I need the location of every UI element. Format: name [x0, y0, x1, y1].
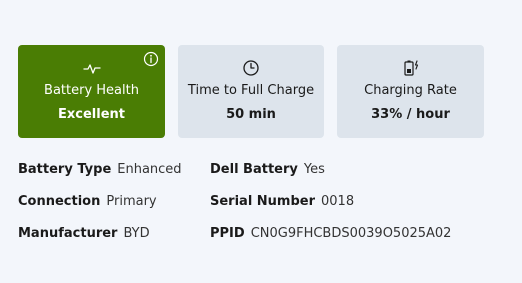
dell-battery-value: Yes: [303, 162, 325, 177]
connection-label: Connection: [18, 194, 101, 209]
charging-rate-value: 33% / hour: [371, 107, 450, 122]
battery-health-value: Excellent: [58, 107, 125, 122]
serial-number-label: Serial Number: [210, 194, 316, 209]
manufacturer-value: BYD: [123, 226, 150, 241]
time-to-full-charge-card: Time to Full Charge 50 min: [178, 45, 324, 138]
manufacturer-row: Manufacturer BYD: [18, 225, 150, 243]
battery-health-title: Battery Health: [44, 83, 139, 98]
time-to-full-charge-value: 50 min: [226, 107, 276, 122]
battery-details: Battery Type Enhanced Connection Primary M…: [18, 160, 498, 250]
battery-type-value: Enhanced: [117, 162, 182, 177]
battery-summary-cards: Battery Health Excellent Time to Full Ch…: [18, 45, 484, 138]
battery-charging-icon: [403, 60, 418, 76]
manufacturer-label: Manufacturer: [18, 226, 118, 241]
charging-rate-card: Charging Rate 33% / hour: [337, 45, 484, 138]
time-to-full-charge-title: Time to Full Charge: [187, 83, 315, 98]
ppid-value: CN0G9FHCBDS0039O5025A02: [250, 226, 452, 241]
serial-number-row: Serial Number 0018: [210, 193, 354, 211]
info-icon[interactable]: [143, 51, 159, 67]
clock-icon: [243, 60, 259, 76]
ppid-row: PPID CN0G9FHCBDS0039O5025A02: [210, 225, 451, 243]
dell-battery-row: Dell Battery Yes: [210, 161, 325, 179]
connection-value: Primary: [106, 194, 157, 209]
dell-battery-label: Dell Battery: [210, 162, 298, 177]
battery-type-label: Battery Type: [18, 162, 112, 177]
pulse-icon: [82, 64, 101, 74]
charging-rate-title: Charging Rate: [364, 83, 457, 98]
serial-number-value: 0018: [321, 194, 355, 209]
battery-health-card: Battery Health Excellent: [18, 45, 165, 138]
ppid-label: PPID: [210, 226, 245, 241]
connection-row: Connection Primary: [18, 193, 157, 211]
battery-type-row: Battery Type Enhanced: [18, 161, 182, 179]
